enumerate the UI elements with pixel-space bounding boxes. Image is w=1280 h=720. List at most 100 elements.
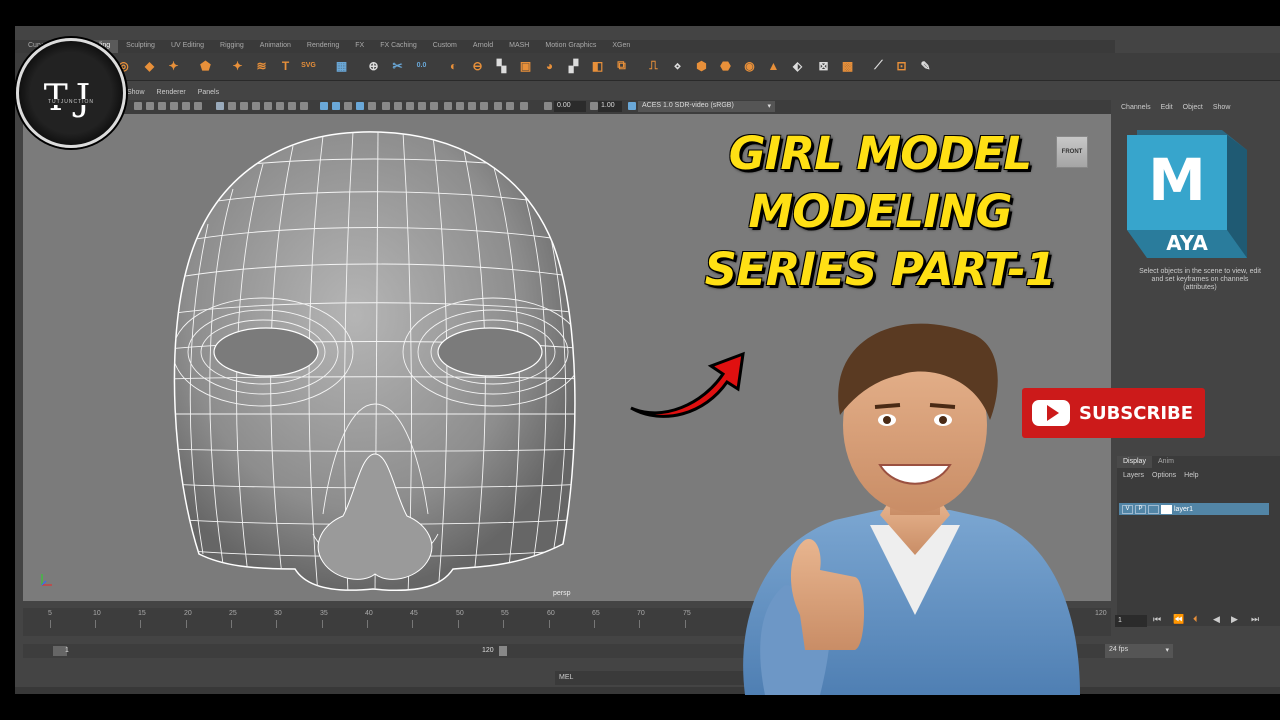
bevel-icon[interactable]: ◕: [541, 57, 558, 74]
type-tool-icon[interactable]: T: [277, 57, 294, 74]
ambient-occlusion-icon[interactable]: [406, 102, 414, 110]
boolean-icon[interactable]: ⊖: [469, 57, 486, 74]
automatic-uv-icon[interactable]: ▩: [839, 57, 856, 74]
layer-visibility-toggle[interactable]: V: [1122, 504, 1133, 514]
lights-icon[interactable]: [382, 102, 390, 110]
tab-anim[interactable]: Anim: [1152, 456, 1180, 468]
colorspace-dropdown[interactable]: ACES 1.0 SDR-video (sRGB) ▾: [638, 101, 775, 112]
poly-platonic-icon[interactable]: ⬟: [197, 57, 214, 74]
exposure-reset-icon[interactable]: [520, 102, 528, 110]
paint-icon[interactable]: ✎: [917, 57, 934, 74]
textured-icon[interactable]: [368, 102, 376, 110]
multicut-icon[interactable]: ⎍: [645, 57, 662, 74]
extrude-icon[interactable]: ▣: [517, 57, 534, 74]
xray-joints-icon[interactable]: [468, 102, 476, 110]
layer-name[interactable]: layer1: [1174, 506, 1193, 513]
offset-loop-icon[interactable]: ⬣: [717, 57, 734, 74]
shadows-icon[interactable]: [394, 102, 402, 110]
range-end-handle[interactable]: [499, 646, 507, 656]
shelf-tab-xgen[interactable]: XGen: [604, 40, 638, 53]
poly-plane-icon[interactable]: ◆: [141, 57, 158, 74]
poly-disc-icon[interactable]: ✦: [165, 57, 182, 74]
shelf-tab-uv-editing[interactable]: UV Editing: [163, 40, 212, 53]
quad-draw-icon[interactable]: ⊡: [893, 57, 910, 74]
super-shape-icon[interactable]: ✦: [229, 57, 246, 74]
layer-menu-layers[interactable]: Layers: [1123, 472, 1144, 479]
flip-icon[interactable]: ⬖: [789, 57, 806, 74]
resolution-gate-icon[interactable]: [240, 102, 248, 110]
insert-loop-icon[interactable]: ⬢: [693, 57, 710, 74]
shelf-tab-rigging[interactable]: Rigging: [212, 40, 252, 53]
grid-icon[interactable]: ▦: [333, 57, 350, 74]
script-mode-label[interactable]: MEL: [559, 674, 573, 681]
current-frame-field[interactable]: 1: [1115, 615, 1147, 627]
shelf-tab-animation[interactable]: Animation: [252, 40, 299, 53]
go-to-end-icon[interactable]: ⏭: [1251, 614, 1259, 625]
anti-aliasing-icon[interactable]: [430, 102, 438, 110]
svg-tool-icon[interactable]: SVG: [300, 57, 317, 74]
target-weld-icon[interactable]: ⧉: [613, 57, 630, 74]
image-plane-icon[interactable]: [170, 102, 178, 110]
grease-pencil-icon[interactable]: [194, 102, 202, 110]
safe-action-icon[interactable]: [276, 102, 284, 110]
field-chart-icon[interactable]: [264, 102, 272, 110]
sweep-mesh-icon[interactable]: ≋: [253, 57, 270, 74]
layer-playback-toggle[interactable]: P: [1135, 504, 1146, 514]
motion-blur-icon[interactable]: [418, 102, 426, 110]
separate-icon[interactable]: ✂: [389, 57, 406, 74]
layer-display-type[interactable]: [1148, 504, 1159, 514]
combine-icon[interactable]: ⊕: [365, 57, 382, 74]
xray-icon[interactable]: [356, 102, 364, 110]
channel-box-menu-show[interactable]: Show: [1213, 104, 1231, 111]
shelf-tab-fx[interactable]: FX: [347, 40, 372, 53]
2d-pan-icon[interactable]: [182, 102, 190, 110]
xray-active-icon[interactable]: [480, 102, 488, 110]
smooth-icon[interactable]: 0.0: [413, 57, 430, 74]
sculpt-icon[interactable]: ⟋: [870, 57, 887, 74]
channel-box-menu-edit[interactable]: Edit: [1161, 104, 1173, 111]
shelf-tab-arnold[interactable]: Arnold: [465, 40, 501, 53]
step-back-frame-icon[interactable]: ⏴: [1193, 614, 1198, 625]
play-backwards-icon[interactable]: ◀: [1213, 614, 1220, 625]
color-management-icon[interactable]: [628, 102, 636, 110]
wireframe-on-shaded-icon[interactable]: [344, 102, 352, 110]
slide-edge-icon[interactable]: ◉: [741, 57, 758, 74]
shelf-tab-rendering[interactable]: Rendering: [299, 40, 347, 53]
fps-dropdown[interactable]: 24 fps ▾: [1105, 644, 1173, 658]
go-to-start-icon[interactable]: ⏮: [1153, 614, 1161, 625]
layer-color-swatch[interactable]: [1161, 504, 1172, 514]
isolate-icon[interactable]: [456, 102, 464, 110]
layer-menu-options[interactable]: Options: [1152, 472, 1176, 479]
play-forwards-icon[interactable]: ▶: [1231, 614, 1238, 625]
gate-mask-icon[interactable]: [252, 102, 260, 110]
fill-hole-icon[interactable]: ◧: [589, 57, 606, 74]
exposure-field[interactable]: 0.00: [554, 101, 586, 112]
edge-loop-icon[interactable]: ⋄: [669, 57, 686, 74]
safe-title-icon[interactable]: [288, 102, 296, 110]
channel-box-menu-channels[interactable]: Channels: [1121, 104, 1151, 111]
append-icon[interactable]: ▞: [565, 57, 582, 74]
exposure-icon[interactable]: [506, 102, 514, 110]
bridge-icon[interactable]: ▚: [493, 57, 510, 74]
grid-toggle-icon[interactable]: [216, 102, 224, 110]
wireframe-icon[interactable]: [320, 102, 328, 110]
smooth-shade-icon[interactable]: [332, 102, 340, 110]
shelf-tab-sculpting[interactable]: Sculpting: [118, 40, 163, 53]
uv-icon[interactable]: ⊠: [815, 57, 832, 74]
isolate-select-icon[interactable]: [300, 102, 308, 110]
layer-menu-help[interactable]: Help: [1184, 472, 1198, 479]
channel-box-menu-object[interactable]: Object: [1183, 104, 1203, 111]
gamma-icon[interactable]: [494, 102, 502, 110]
collapse-icon[interactable]: ▲: [765, 57, 782, 74]
tab-display[interactable]: Display: [1117, 456, 1152, 468]
shelf-tab-custom[interactable]: Custom: [425, 40, 465, 53]
select-camera-icon[interactable]: [134, 102, 142, 110]
depth-of-field-icon[interactable]: [444, 102, 452, 110]
camera-attributes-icon[interactable]: [146, 102, 154, 110]
layer-row[interactable]: V P layer1: [1119, 503, 1269, 515]
shelf-tab-fx-caching[interactable]: FX Caching: [372, 40, 425, 53]
mirror-icon[interactable]: ◐: [445, 57, 462, 74]
shelf-tab-motion-graphics[interactable]: Motion Graphics: [537, 40, 604, 53]
gamma-field[interactable]: 1.00: [598, 101, 622, 112]
shelf-tab-mash[interactable]: MASH: [501, 40, 537, 53]
